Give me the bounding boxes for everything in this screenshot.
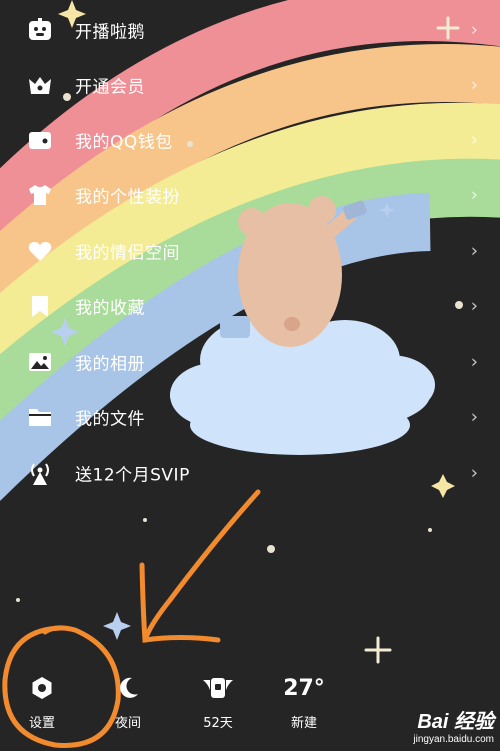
- settings-label: 设置: [28, 716, 55, 731]
- menu-item-album[interactable]: 我的相册 ›: [0, 334, 500, 390]
- watermark: Bai 经验 jingyan.baidu.com: [413, 705, 494, 745]
- days-label: 52天: [203, 716, 233, 731]
- menu-item-decor[interactable]: 我的个性装扮 ›: [0, 167, 500, 223]
- menu-item-label: 送12个月SVIP: [75, 465, 190, 486]
- menu-item-label: 开播啦鹅: [75, 22, 145, 43]
- menu-item-svip-gift[interactable]: 送12个月SVIP ›: [0, 445, 500, 501]
- menu-item-couple-space[interactable]: 我的情侣空间 ›: [0, 223, 500, 279]
- winged-badge-icon: [188, 668, 248, 708]
- chevron-right-icon: ›: [470, 19, 478, 41]
- bookmark-icon: [26, 292, 54, 320]
- crown-icon: [26, 71, 54, 99]
- weather-button[interactable]: 27° 新建: [274, 668, 334, 738]
- chevron-right-icon: ›: [470, 129, 478, 151]
- menu-item-label: 我的文件: [75, 409, 145, 430]
- days-badge-button[interactable]: 52天: [188, 668, 248, 738]
- menu-item-label: 我的QQ钱包: [75, 132, 173, 153]
- folder-icon: [26, 403, 54, 431]
- chevron-right-icon: ›: [470, 462, 478, 484]
- menu-item-label: 我的相册: [75, 354, 145, 375]
- watermark-url: jingyan.baidu.com: [413, 734, 494, 745]
- penguin-icon: [26, 16, 54, 44]
- night-label: 夜间: [114, 716, 141, 731]
- photo-icon: [26, 348, 54, 376]
- temperature-value: 27°: [283, 675, 325, 701]
- menu-item-label: 开通会员: [75, 77, 145, 98]
- chevron-right-icon: ›: [470, 295, 478, 317]
- menu-item-membership[interactable]: 开通会员 ›: [0, 57, 500, 113]
- menu-item-wallet[interactable]: 我的QQ钱包 ›: [0, 112, 500, 168]
- menu-item-files[interactable]: 我的文件 ›: [0, 389, 500, 445]
- heart-icon: [26, 237, 54, 265]
- city-label: 新建: [290, 716, 317, 731]
- menu-item-label: 我的收藏: [75, 298, 145, 319]
- chevron-right-icon: ›: [470, 74, 478, 96]
- moon-icon: [98, 668, 158, 708]
- chevron-right-icon: ›: [470, 351, 478, 373]
- menu-item-favorites[interactable]: 我的收藏 ›: [0, 278, 500, 334]
- chevron-right-icon: ›: [470, 240, 478, 262]
- tshirt-icon: [26, 181, 54, 209]
- settings-button[interactable]: 设置: [12, 668, 72, 738]
- menu-item-label: 我的个性装扮: [75, 187, 180, 208]
- watermark-brand: Bai 经验: [417, 711, 494, 733]
- menu-item-label: 我的情侣空间: [75, 243, 180, 264]
- menu-item-live[interactable]: 开播啦鹅 ›: [0, 2, 500, 58]
- settings-icon: [12, 668, 72, 708]
- chevron-right-icon: ›: [470, 406, 478, 428]
- night-mode-button[interactable]: 夜间: [98, 668, 158, 738]
- broadcast-icon: [26, 459, 54, 487]
- app-screen: 开播啦鹅 › 开通会员 › 我的QQ钱包 › 我的个性装扮 › 我的情侣空间 ›…: [0, 0, 500, 751]
- wallet-icon: [26, 126, 54, 154]
- chevron-right-icon: ›: [470, 184, 478, 206]
